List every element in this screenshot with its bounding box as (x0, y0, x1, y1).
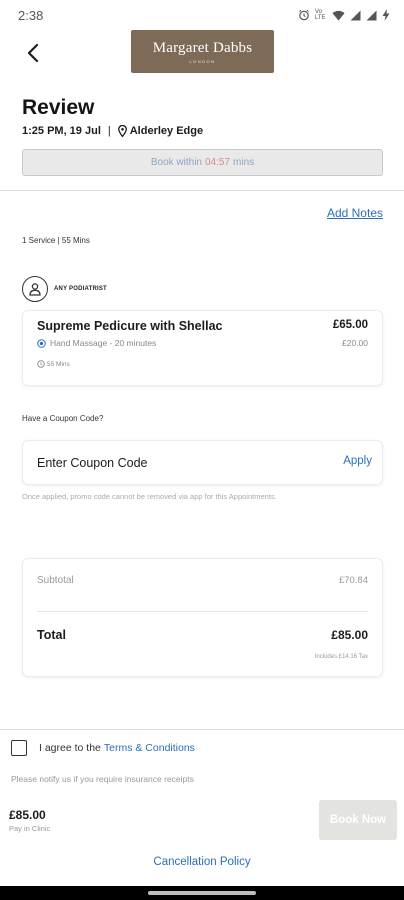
cancellation-policy-link[interactable]: Cancellation Policy (0, 856, 404, 868)
apply-coupon-button[interactable]: Apply (343, 455, 372, 467)
service-duration: 55 Mins (47, 360, 70, 368)
home-handle[interactable] (148, 891, 256, 895)
tax-note: Includes £14.16 Tax (314, 654, 368, 660)
addon-price: £20.00 (342, 338, 368, 348)
timer-countdown: 04:57 (204, 157, 231, 168)
totals-card: Subtotal £70.84 Total £85.00 Includes £1… (22, 558, 383, 677)
duration-row: 55 Mins (37, 360, 70, 368)
person-icon (22, 276, 48, 302)
footer-price: £85.00 (9, 808, 46, 822)
service-price: £65.00 (332, 319, 368, 331)
staff-label: ANY PODIATRIST (54, 286, 107, 292)
staff-selection[interactable]: ANY PODIATRIST (22, 276, 107, 302)
subtotal-value: £70.84 (338, 575, 368, 586)
volte-label: Vo LTE (315, 9, 326, 21)
appointment-location: Alderley Edge (129, 125, 204, 137)
service-summary: 1 Service | 55 Mins (22, 236, 90, 245)
appointment-meta: 1:25 PM, 19 Jul | Alderley Edge (22, 125, 203, 137)
chevron-left-icon (26, 43, 40, 68)
footer-divider (0, 729, 404, 730)
coupon-input[interactable] (37, 441, 317, 484)
terms-checkbox[interactable] (11, 740, 27, 756)
total-label: Total (37, 628, 66, 642)
insurance-note: Please notify us if you require insuranc… (11, 774, 194, 784)
addon-check-icon (37, 338, 46, 348)
totals-divider (37, 611, 368, 612)
status-time: 2:38 (18, 7, 44, 23)
booking-timer: Book within 04:57 mins (22, 149, 383, 176)
subtotal-label: Subtotal (37, 575, 74, 586)
addon-name: Hand Massage - 20 minutes (50, 338, 157, 348)
page-title: Review (22, 96, 95, 119)
signal-icon (350, 10, 361, 21)
system-nav-bar (0, 886, 404, 900)
alarm-icon (298, 9, 310, 21)
service-card: Supreme Pedicure with Shellac £65.00 Han… (22, 310, 383, 386)
back-button[interactable] (20, 42, 46, 68)
total-value: £85.00 (331, 628, 368, 642)
brand-name: Margaret Dabbs (152, 39, 253, 56)
battery-charging-icon (382, 9, 390, 21)
section-divider (0, 190, 404, 191)
add-notes-link[interactable]: Add Notes (327, 206, 383, 220)
brand-logo: Margaret Dabbs LONDON (131, 30, 274, 73)
coupon-card: Apply (22, 440, 383, 485)
brand-subtitle: LONDON (189, 58, 216, 64)
wifi-icon (332, 10, 345, 21)
pay-note: Pay in Clinic (9, 824, 51, 833)
timer-suffix: mins (233, 157, 255, 168)
app-header: Margaret Dabbs LONDON (0, 30, 404, 80)
book-now-button[interactable]: Book Now (319, 800, 397, 840)
timer-prefix: Book within (150, 157, 202, 168)
terms-prefix: I agree to the (39, 742, 101, 754)
location-pin-icon (117, 125, 127, 137)
coupon-heading: Have a Coupon Code? (22, 414, 104, 423)
clock-icon (37, 360, 45, 368)
appointment-datetime: 1:25 PM, 19 Jul (22, 125, 101, 137)
status-icons: Vo LTE (298, 9, 390, 21)
addon-row: Hand Massage - 20 minutes (37, 338, 156, 348)
terms-link[interactable]: Terms & Conditions (104, 742, 195, 754)
terms-row: I agree to the Terms & Conditions (11, 740, 195, 756)
meta-separator: | (107, 125, 111, 137)
status-bar: 2:38 Vo LTE (0, 0, 404, 30)
signal-icon (366, 10, 377, 21)
service-name: Supreme Pedicure with Shellac (37, 319, 223, 333)
coupon-note: Once applied, promo code cannot be remov… (22, 492, 277, 501)
